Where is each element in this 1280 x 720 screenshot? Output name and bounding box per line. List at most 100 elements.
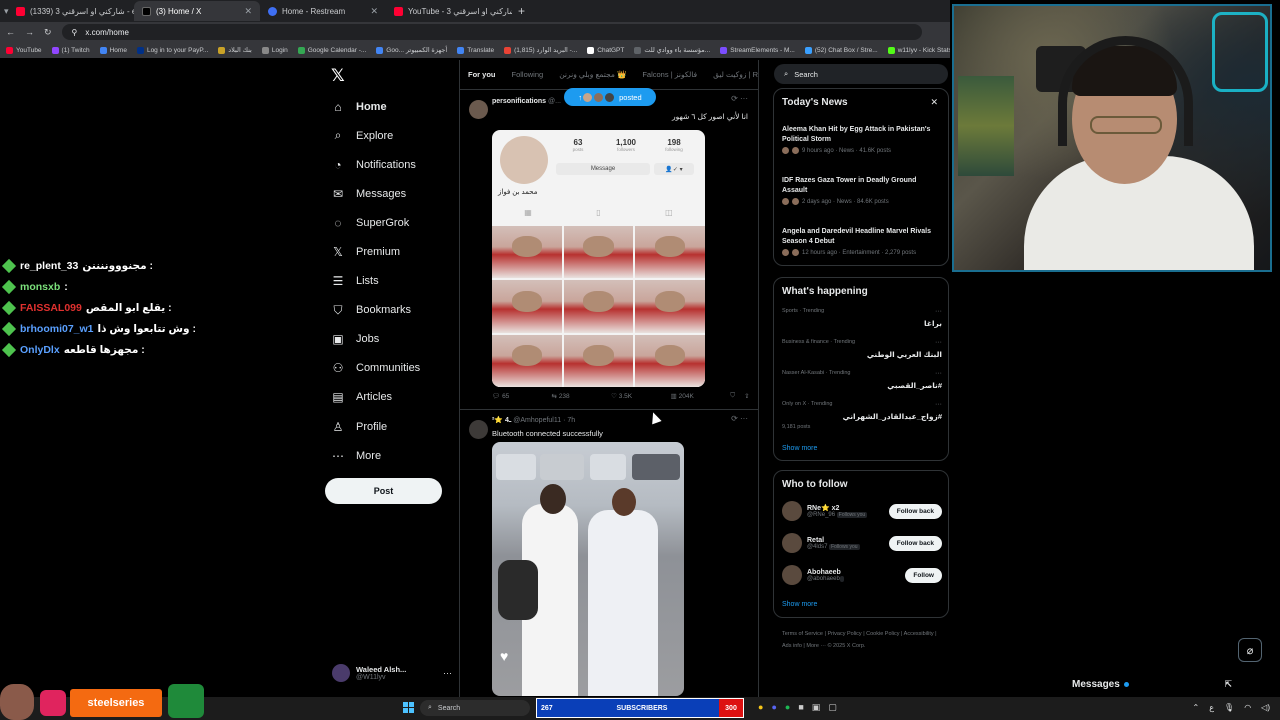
nav-item-profile[interactable]: ♙ Profile [330, 412, 460, 441]
app-icon[interactable]: ● [771, 702, 776, 713]
more-icon[interactable]: ··· [935, 308, 942, 315]
trend-item[interactable]: Sports · Trending ··· براغا [782, 308, 942, 328]
avatar[interactable] [469, 100, 488, 119]
tab-timeline[interactable]: Falcons | فالكونز [642, 70, 697, 79]
nav-item-jobs[interactable]: ▣ Jobs [330, 325, 460, 354]
reply-button[interactable]: 💬︎ 65 [492, 392, 552, 400]
avatar[interactable] [782, 533, 802, 553]
bookmark-item[interactable]: ChatGPT [587, 46, 624, 54]
bookmark-item[interactable]: YouTube [6, 46, 42, 54]
follow-button[interactable]: Follow back [888, 503, 942, 519]
news-item[interactable]: Angela and Daredevil Headline Marvel Riv… [782, 227, 942, 256]
taskbar-search[interactable]: ⌕ Search [420, 700, 530, 716]
close-tab-icon[interactable]: ✕ [370, 6, 378, 17]
app-icon[interactable]: ▢ [828, 702, 837, 713]
mic-icon[interactable]: 🎙︎ [1224, 703, 1234, 712]
footer-links[interactable]: Terms of Service | Privacy Policy | Cook… [782, 628, 942, 652]
x-logo-icon[interactable]: 𝕏 [331, 66, 345, 86]
language-indicator[interactable]: ع [1209, 703, 1214, 712]
avatar[interactable] [782, 501, 802, 521]
close-icon[interactable]: ✕ [930, 97, 938, 108]
nav-item-articles[interactable]: ▤ Articles [330, 383, 460, 412]
nav-item-home[interactable]: ⌂ Home [330, 92, 460, 121]
follow-button[interactable]: Follow back [888, 535, 942, 551]
expand-icon[interactable]: ⇱ [1224, 679, 1232, 690]
search-input[interactable]: ⌕ Search [774, 64, 948, 84]
trend-item[interactable]: Nasser Al-Kasabi · Trending ··· #ناصر_القص… [782, 370, 942, 390]
tab-search-icon[interactable]: ▾ [0, 6, 9, 17]
share-icon[interactable]: ⇪ [744, 392, 754, 400]
more-icon[interactable]: ··· [935, 370, 942, 377]
show-more-link[interactable]: Show more [782, 445, 817, 452]
like-button[interactable]: ♡ 3.5K [611, 392, 671, 400]
news-item[interactable]: Aleema Khan Hit by Egg Attack in Pakista… [782, 125, 942, 154]
nav-item-lists[interactable]: ☰ Lists [330, 267, 460, 296]
follow-suggestion[interactable]: RNe⭐ x2 @RNe_96 Follows you Follow back [782, 499, 942, 523]
views-button[interactable]: ▥ 204K [671, 392, 731, 400]
nav-item-premium[interactable]: 𝕏 Premium [330, 237, 460, 266]
more-icon[interactable]: ··· [935, 339, 942, 346]
bookmark-item[interactable]: Goo... أجهزة الكمبيوتر [376, 46, 447, 54]
bookmark-item[interactable]: StreamElements - M... [720, 46, 795, 54]
new-tab-icon[interactable]: + [512, 4, 531, 18]
bookmark-item[interactable]: (1) Twitch [51, 46, 90, 54]
post-button[interactable]: Post [325, 478, 442, 504]
more-icon[interactable]: ⟳ ··· [731, 94, 748, 103]
bookmark-item[interactable]: بنك البلاد [218, 46, 252, 54]
nav-item-explore[interactable]: ⌕ Explore [330, 121, 460, 150]
browser-tab-restream[interactable]: Home - Restream ✕ [260, 1, 386, 21]
back-icon[interactable]: ← [6, 27, 15, 37]
tweet[interactable]: personifications @... ⟳ ··· انا لأني اصو… [460, 88, 758, 410]
tweet-image[interactable]: 63 posts 1,100 followers 198 following Mess… [492, 130, 705, 387]
tweet[interactable]: ـ4 ⭐² @Amhopeful11 · 7h ⟳ ··· Bluetooth … [460, 410, 758, 700]
follow-button[interactable]: Follow [905, 567, 942, 583]
messages-drawer[interactable]: Messages ⇱ [1064, 673, 1244, 695]
bookmark-item[interactable]: Log in to your PayP... [136, 46, 208, 54]
tweet-author[interactable]: personifications @... [492, 98, 561, 105]
bookmark-item[interactable]: (52) Chat Box / Stre... [804, 46, 878, 54]
nav-item-bookmarks[interactable]: ⛉ Bookmarks [330, 296, 460, 325]
avatar[interactable] [782, 565, 802, 585]
more-icon[interactable]: ··· [935, 401, 942, 408]
follow-suggestion[interactable]: Abohaeeb @abohaeeb Follow [782, 563, 942, 587]
close-tab-icon[interactable]: ✕ [244, 6, 252, 17]
bookmark-item[interactable]: Google Calendar -... [297, 46, 366, 54]
trend-item[interactable]: Only on X · Trending ··· #زواج_عبدالقادر_ا… [782, 401, 942, 430]
site-info-icon[interactable]: ⚲ [72, 28, 78, 37]
tab-timeline[interactable]: زوكيت ليق | RL [713, 70, 758, 79]
bookmark-item[interactable]: مؤسسة باء ووادي للت... [634, 46, 710, 54]
trend-item[interactable]: Business & finance · Trending ··· البنك ال… [782, 339, 942, 359]
bookmark-item[interactable]: Login [261, 46, 288, 54]
repost-button[interactable]: ⇆ 238 [552, 392, 612, 400]
tray-chevron-icon[interactable]: ⌃ [1193, 703, 1200, 712]
bookmark-item[interactable]: Translate [457, 46, 494, 54]
nav-item-supergrok[interactable]: ◌ SuperGrok [330, 208, 460, 237]
new-posts-pill[interactable]: ↑ posted [564, 88, 656, 106]
tab-timeline[interactable]: Following [512, 70, 544, 79]
nav-item-messages[interactable]: ✉ Messages [330, 179, 460, 208]
nav-item-communities[interactable]: ⚇ Communities [330, 354, 460, 383]
app-icon[interactable]: ▣ [812, 702, 821, 713]
nav-item-notifications[interactable]: ◔ Notifications [330, 150, 460, 179]
app-icon[interactable]: ■ [798, 702, 803, 713]
volume-icon[interactable]: ◁) [1261, 703, 1270, 712]
tweet-video[interactable]: ♥ [492, 442, 684, 696]
account-switcher[interactable]: Waleed Alsh... @W11lyv ··· [332, 661, 452, 685]
url-field[interactable]: ⚲ x.com/home [61, 24, 922, 40]
news-item[interactable]: IDF Razes Gaza Tower in Deadly Ground As… [782, 176, 942, 205]
bookmark-item[interactable]: Home [99, 46, 127, 54]
browser-tab-x-home[interactable]: (3) Home / X ✕ [134, 1, 260, 21]
nav-item-more[interactable]: ⋯ More [330, 441, 460, 470]
show-more-link[interactable]: Show more [782, 601, 817, 608]
forward-icon[interactable]: → [25, 27, 34, 37]
windows-start-icon[interactable] [403, 702, 415, 714]
bookmark-item[interactable]: w11lyv - Kick Stats... [887, 46, 950, 54]
browser-tab-youtube-chat[interactable]: (1339) شاركني او اسرقني 3 - e ✕ [8, 1, 134, 21]
bookmark-item[interactable]: (1,815) البريد الوارد -... [504, 46, 577, 54]
reload-icon[interactable]: ↻ [44, 27, 52, 38]
spotify-icon[interactable]: ● [785, 702, 790, 713]
tweet-author[interactable]: ـ4 ⭐² @Amhopeful11 · 7h [492, 416, 575, 424]
bookmark-icon[interactable]: ⛉ [730, 392, 744, 400]
wifi-icon[interactable]: ◠ [1244, 703, 1251, 712]
follow-suggestion[interactable]: Retal @4lds7 Follows you Follow back [782, 531, 942, 555]
